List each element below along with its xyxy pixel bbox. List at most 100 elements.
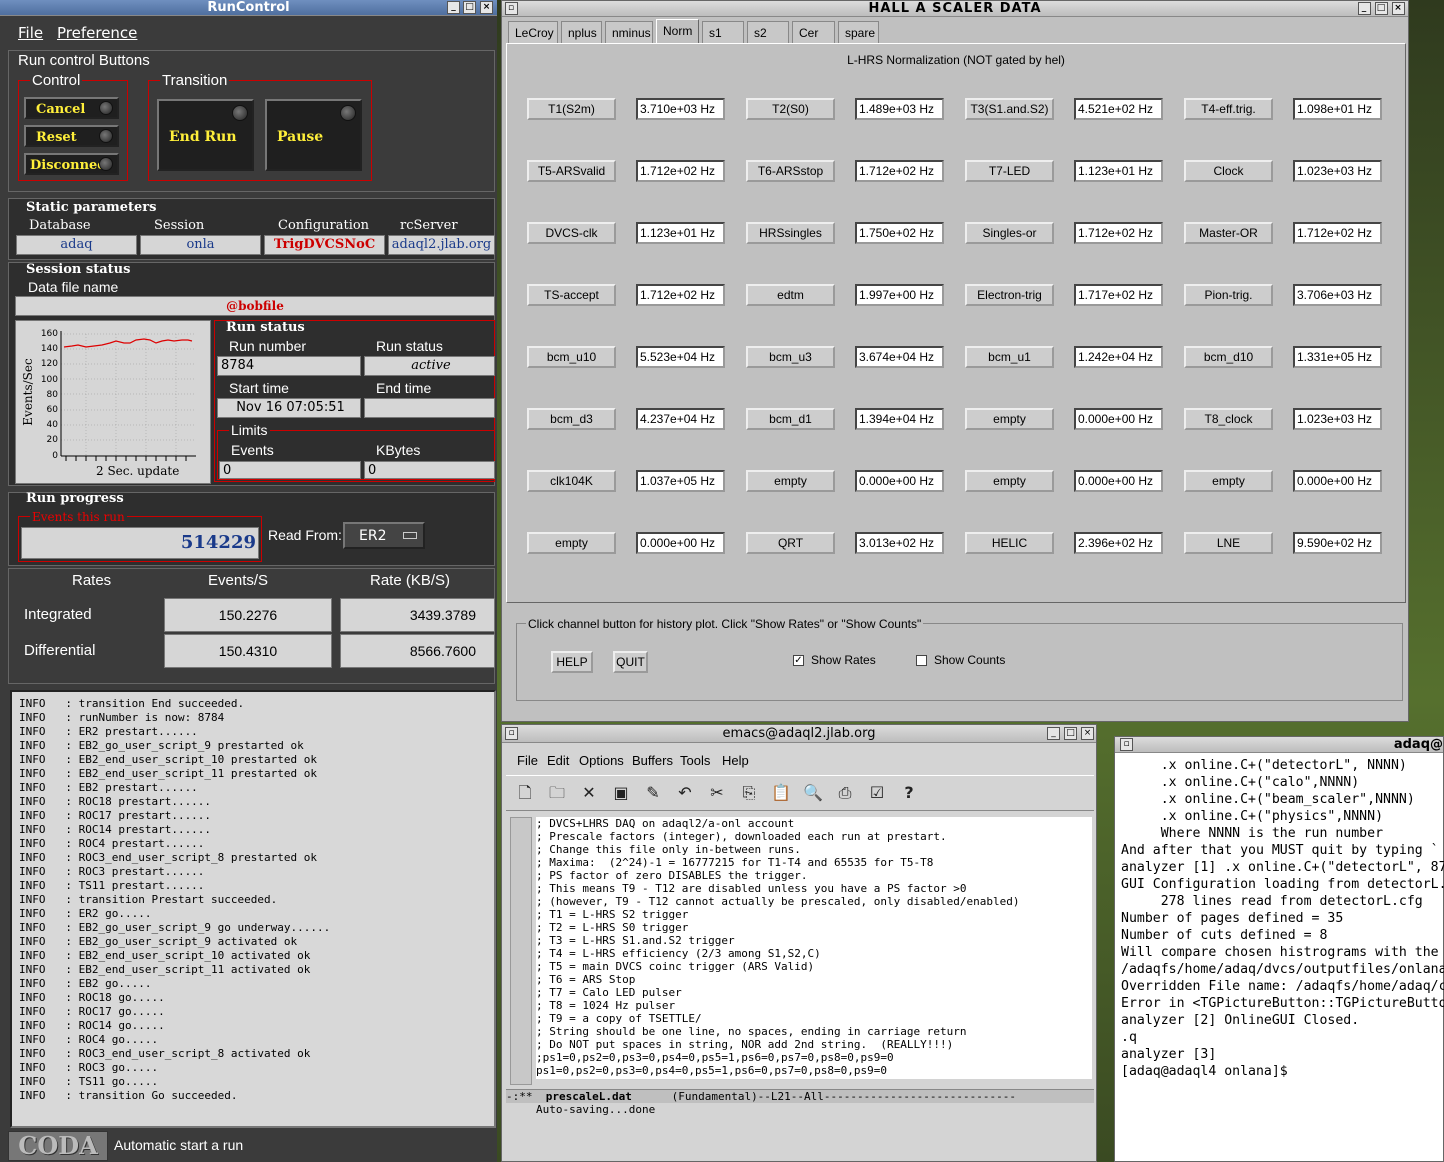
scaler-titlebar[interactable]: HALL A SCALER DATA ▫ _ □ ×	[502, 1, 1408, 17]
channel-button[interactable]: edtm	[746, 284, 835, 306]
channel-button[interactable]: HRSsingles	[746, 222, 835, 244]
tab-lecroy[interactable]: LeCroy	[508, 21, 558, 43]
save-as-icon[interactable]: ✎	[642, 782, 664, 804]
channel-button[interactable]: T4-eff.trig.	[1184, 98, 1273, 120]
channel-button[interactable]: Electron-trig	[965, 284, 1054, 306]
disconnect-button[interactable]: Disconnect	[24, 153, 119, 175]
terminal-line: .x online.C+("beam_scaler",NNNN)	[1121, 792, 1415, 807]
save-icon[interactable]: ▣	[610, 782, 632, 804]
pause-button[interactable]: Pause	[265, 99, 362, 171]
menu-help[interactable]: Help	[722, 753, 749, 768]
channel-button[interactable]: T6-ARSstop	[746, 160, 835, 182]
log-panel[interactable]: INFO : transition End succeeded. INFO : r…	[10, 690, 496, 1128]
reset-button[interactable]: Reset	[24, 125, 119, 147]
tab-s1[interactable]: s1	[702, 21, 744, 43]
show-rates-checkbox[interactable]: ✓	[793, 655, 804, 666]
channel-rate-value: 1.712e+02 Hz	[855, 160, 944, 182]
print-icon[interactable]: ⎙	[834, 782, 856, 804]
terminal-titlebar[interactable]: ▫ adaq@	[1115, 737, 1443, 753]
channel-button[interactable]: bcm_u10	[527, 346, 616, 368]
window-menu-icon[interactable]: ▫	[1120, 738, 1133, 751]
read-from-select[interactable]: ER2	[343, 522, 425, 549]
channel-button[interactable]: empty	[746, 470, 835, 492]
channel-button[interactable]: HELIC	[965, 532, 1054, 554]
menu-buffers[interactable]: Buffers	[632, 753, 673, 768]
channel-button[interactable]: bcm_u1	[965, 346, 1054, 368]
window-menu-icon[interactable]: ▫	[505, 727, 518, 740]
tab-cer[interactable]: Cer	[792, 21, 835, 43]
emacs-buffer[interactable]: ; DVCS+LHRS DAQ on adaql2/a-onl account;…	[536, 817, 1092, 1079]
maximize-icon[interactable]: □	[1375, 2, 1388, 15]
paste-icon[interactable]: 📋	[770, 782, 792, 804]
open-folder-icon[interactable]: 🗀	[546, 782, 568, 804]
channel-button[interactable]: bcm_d1	[746, 408, 835, 430]
menu-options[interactable]: Options	[579, 753, 624, 768]
tab-norm[interactable]: Norm	[656, 19, 699, 43]
undo-icon[interactable]: ↶	[674, 782, 696, 804]
tab-spare[interactable]: spare	[838, 21, 879, 43]
channel-button[interactable]: clk104K	[527, 470, 616, 492]
quit-button[interactable]: QUIT	[613, 651, 648, 673]
close-icon[interactable]: ×	[480, 1, 493, 14]
channel-button[interactable]: T2(S0)	[746, 98, 835, 120]
events-this-run-label: Events this run	[30, 510, 127, 524]
channel-button[interactable]: bcm_d3	[527, 408, 616, 430]
end-run-button[interactable]: End Run	[157, 99, 254, 171]
log-line: INFO : EB2_go_user_script_9 activated ok	[19, 935, 298, 948]
tab-s2[interactable]: s2	[747, 21, 789, 43]
help-icon[interactable]: ?	[898, 782, 920, 804]
close-icon[interactable]: ×	[1392, 2, 1405, 15]
channel-button[interactable]: Singles-or	[965, 222, 1054, 244]
minimize-icon[interactable]: _	[1358, 2, 1371, 15]
channel-button[interactable]: LNE	[1184, 532, 1273, 554]
channel-button[interactable]: bcm_u3	[746, 346, 835, 368]
channel-button[interactable]: empty	[527, 532, 616, 554]
cut-icon[interactable]: ✂	[706, 782, 728, 804]
menu-edit[interactable]: Edit	[547, 753, 569, 768]
show-counts-checkbox[interactable]	[916, 655, 927, 666]
menu-preference[interactable]: Preference	[57, 24, 137, 42]
maximize-icon[interactable]: □	[463, 1, 476, 14]
copy-icon[interactable]: ⎘	[738, 782, 760, 804]
channel-button[interactable]: empty	[965, 470, 1054, 492]
buffer-line: ; T2 = L-HRS S0 trigger	[536, 921, 689, 934]
search-icon[interactable]: 🔍	[802, 782, 824, 804]
menu-tools[interactable]: Tools	[680, 753, 710, 768]
terminal-output[interactable]: .x online.C+("detectorL", NNNN) .x onlin…	[1115, 753, 1444, 1080]
channel-button[interactable]: empty	[1184, 470, 1273, 492]
channel-rate-value: 1.750e+02 Hz	[855, 222, 944, 244]
tab-nminus[interactable]: nminus	[605, 21, 653, 43]
channel-button[interactable]: TS-accept	[527, 284, 616, 306]
emacs-scrollbar[interactable]	[510, 817, 532, 1085]
help-button[interactable]: HELP	[551, 651, 593, 673]
events-limit-input[interactable]: 0	[219, 461, 361, 479]
tab-nplus[interactable]: nplus	[561, 21, 602, 43]
menu-file[interactable]: File	[18, 24, 43, 42]
preferences-icon[interactable]: ☑	[866, 782, 888, 804]
channel-button[interactable]: Master-OR	[1184, 222, 1273, 244]
terminal-line: .x online.C+("detectorL", NNNN)	[1121, 758, 1407, 773]
close-icon[interactable]: ×	[1081, 727, 1094, 740]
runcontrol-titlebar[interactable]: RunControl _ □ ×	[0, 0, 497, 16]
channel-button[interactable]: T3(S1.and.S2)	[965, 98, 1054, 120]
channel-button[interactable]: Clock	[1184, 160, 1273, 182]
emacs-titlebar[interactable]: emacs@adaql2.jlab.org ▫ _ □ ×	[502, 725, 1096, 743]
channel-button[interactable]: Pion-trig.	[1184, 284, 1273, 306]
maximize-icon[interactable]: □	[1064, 727, 1077, 740]
close-buffer-icon[interactable]: ✕	[578, 782, 600, 804]
channel-button[interactable]: DVCS-clk	[527, 222, 616, 244]
menu-file[interactable]: File	[517, 753, 538, 768]
window-menu-icon[interactable]: ▫	[505, 2, 518, 15]
channel-button[interactable]: empty	[965, 408, 1054, 430]
new-file-icon[interactable]: 🗋	[514, 782, 536, 804]
channel-button[interactable]: T8_clock	[1184, 408, 1273, 430]
cancel-button[interactable]: Cancel	[24, 97, 119, 119]
channel-button[interactable]: bcm_d10	[1184, 346, 1273, 368]
channel-button[interactable]: T7-LED	[965, 160, 1054, 182]
minimize-icon[interactable]: _	[447, 1, 460, 14]
channel-button[interactable]: T5-ARSvalid	[527, 160, 616, 182]
kbytes-limit-input[interactable]: 0	[364, 461, 495, 479]
channel-button[interactable]: QRT	[746, 532, 835, 554]
channel-button[interactable]: T1(S2m)	[527, 98, 616, 120]
minimize-icon[interactable]: _	[1047, 727, 1060, 740]
